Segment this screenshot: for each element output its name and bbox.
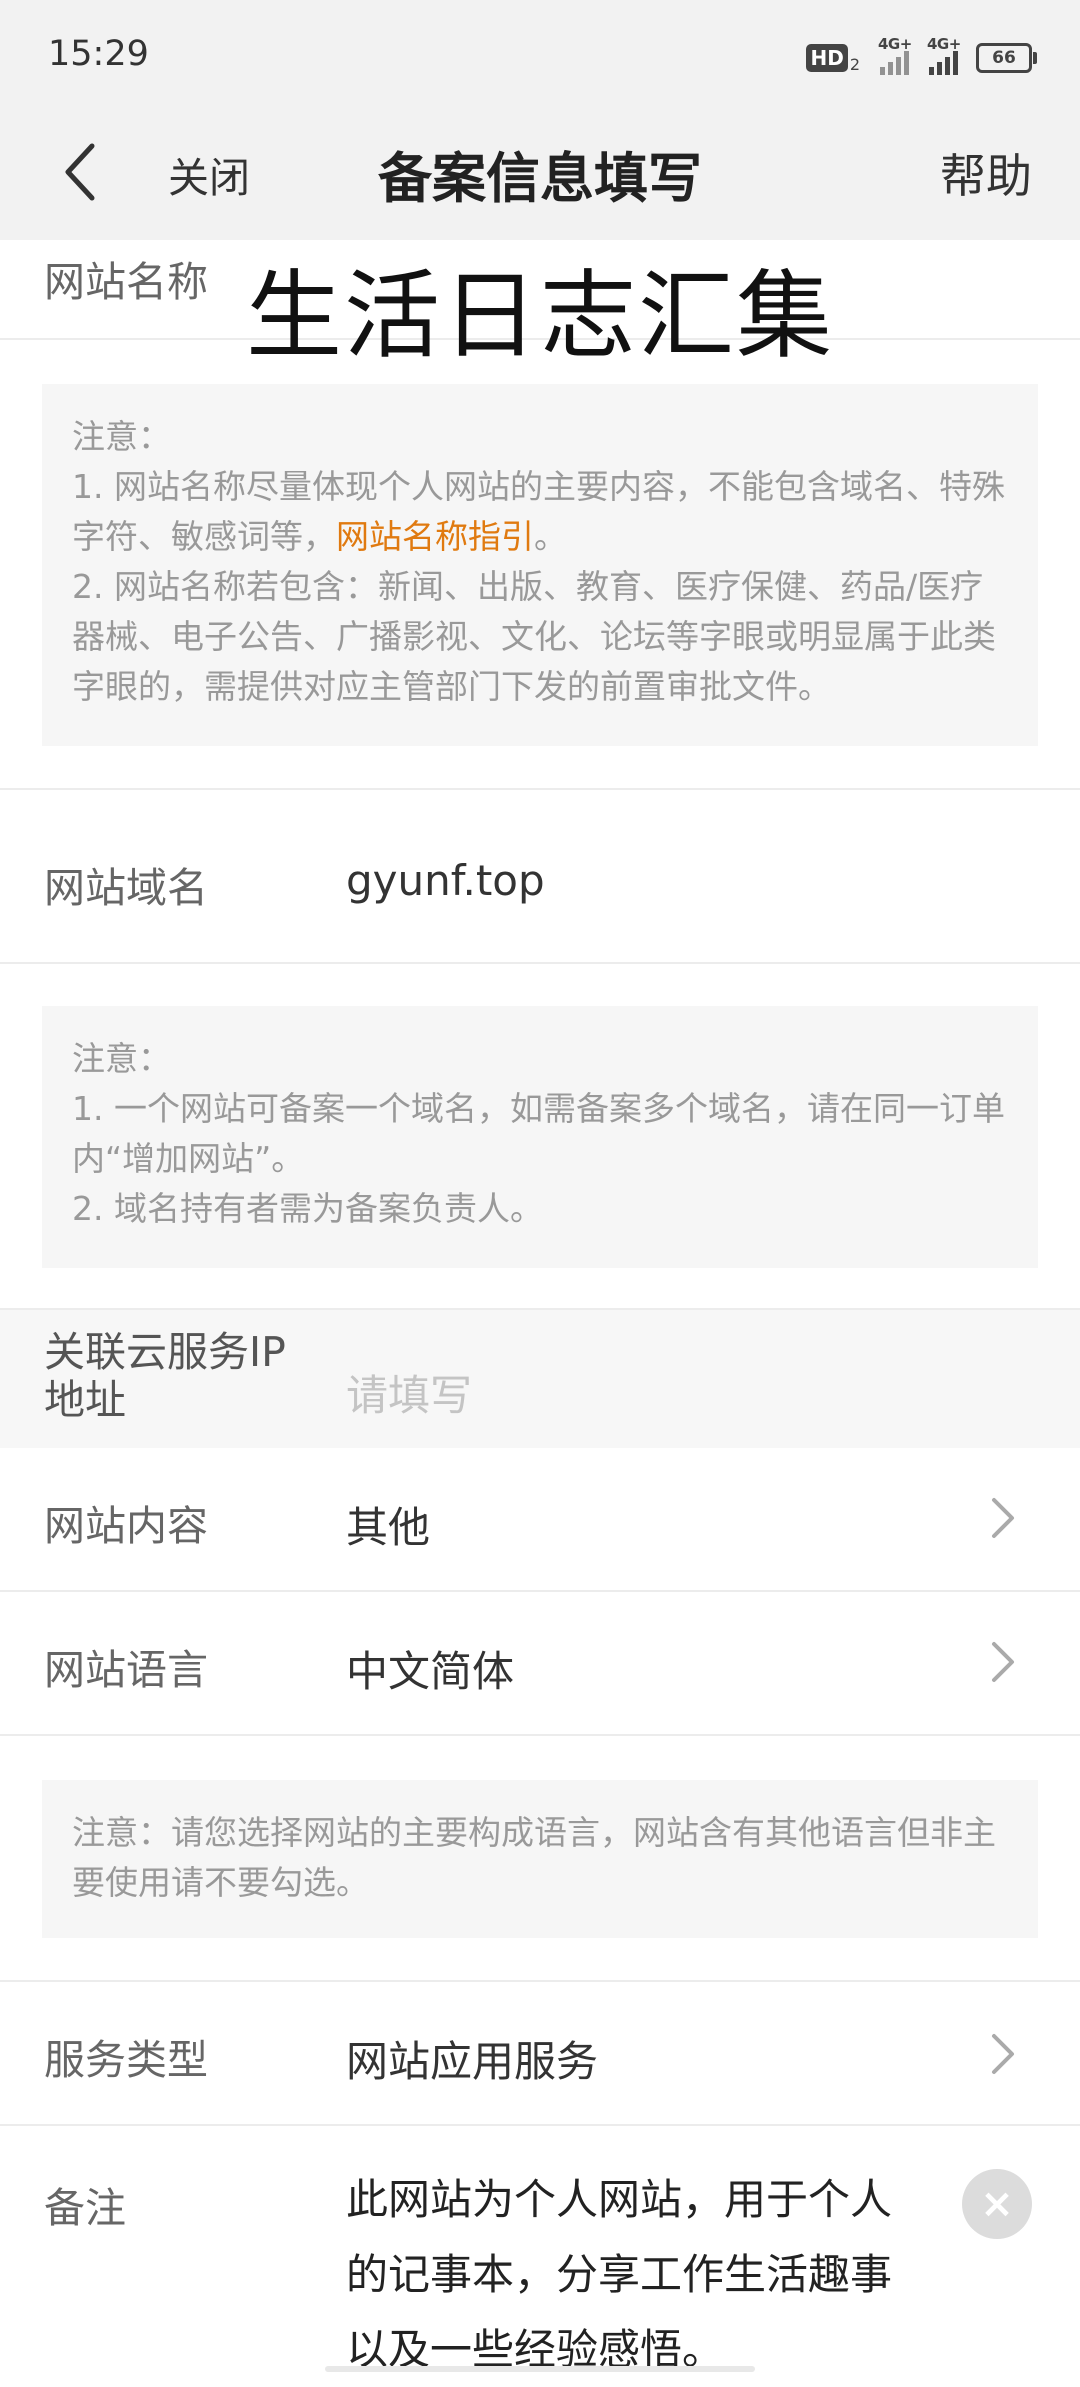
ip-label-line1: 关联云服务IP <box>44 1328 286 1376</box>
sim2-label: 4G+ <box>927 35 961 53</box>
note-line: 1. 一个网站可备案一个域名，如需备案多个域名，请在同一订单内“增加网站”。 <box>72 1089 1005 1178</box>
ip-address-row[interactable]: 关联云服务IP 地址 请填写 <box>0 1308 1080 1450</box>
hd-voice-icon: HD 2 <box>806 44 860 74</box>
note-text: 注意：请您选择网站的主要构成语言，网站含有其他语言但非主要使用请不要勾选。 <box>72 1813 996 1902</box>
battery-icon: 66 <box>976 43 1037 73</box>
site-content-label: 网站内容 <box>44 1502 208 1550</box>
note-line: 2. 网站名称若包含：新闻、出版、教育、医疗保健、药品/医疗器械、电子公告、广播… <box>72 567 996 706</box>
language-note: 注意：请您选择网站的主要构成语言，网站含有其他语言但非主要使用请不要勾选。 <box>42 1780 1038 1938</box>
domain-row[interactable]: 网站域名 gyunf.top <box>0 788 1080 964</box>
hd-sub: 2 <box>849 55 860 74</box>
signal-icon-sim1: 4G+ <box>878 35 912 75</box>
home-indicator <box>325 2366 755 2372</box>
domain-label: 网站域名 <box>44 864 208 912</box>
ip-address-input[interactable]: 请填写 <box>346 1362 472 1423</box>
site-language-label: 网站语言 <box>44 1646 208 1694</box>
remark-textarea[interactable]: 此网站为个人网站，用于个人的记事本，分享工作生活趣事以及一些经验感悟。 <box>346 2162 926 2387</box>
note-text: 。 <box>534 517 567 556</box>
service-type-value: 网站应用服务 <box>346 2037 599 2086</box>
page-title: 备案信息填写 <box>378 147 702 210</box>
chevron-right-icon <box>992 1498 1014 1538</box>
signal-icon-sim2: 4G+ <box>927 35 961 75</box>
site-name-value[interactable]: 生活日志汇集 <box>180 238 900 377</box>
note-line: 1. 网站名称尽量体现个人网站的主要内容，不能包含域名、特殊字符、敏感词等，网站… <box>72 462 1008 562</box>
service-type-label: 服务类型 <box>44 2036 208 2084</box>
status-icons: HD 2 4G+ 4G+ 66 <box>806 35 1037 78</box>
note-line: 2. 域名持有者需为备案负责人。 <box>72 1189 543 1228</box>
site-content-row[interactable]: 网站内容 其他 <box>0 1448 1080 1592</box>
site-name-note: 注意： 1. 网站名称尽量体现个人网站的主要内容，不能包含域名、特殊字符、敏感词… <box>42 384 1038 746</box>
note-heading: 注意： <box>72 1039 171 1078</box>
site-name-guide-link[interactable]: 网站名称指引 <box>336 517 534 556</box>
ip-address-label: 关联云服务IP 地址 <box>44 1328 286 1424</box>
status-time: 15:29 <box>48 34 149 74</box>
chevron-right-icon <box>992 2034 1014 2074</box>
hd-label: HD <box>806 44 848 72</box>
remark-label: 备注 <box>44 2184 126 2232</box>
domain-value[interactable]: gyunf.top <box>346 856 545 905</box>
clear-icon[interactable]: × <box>962 2169 1032 2239</box>
service-type-row[interactable]: 服务类型 网站应用服务 <box>0 1980 1080 2126</box>
chevron-right-icon <box>992 1642 1014 1682</box>
site-language-value: 中文简体 <box>346 1647 515 1696</box>
ip-label-line2: 地址 <box>44 1376 126 1424</box>
battery-level: 66 <box>992 48 1016 68</box>
help-button[interactable]: 帮助 <box>940 140 1032 206</box>
site-language-row[interactable]: 网站语言 中文简体 <box>0 1592 1080 1736</box>
domain-note: 注意： 1. 一个网站可备案一个域名，如需备案多个域名，请在同一订单内“增加网站… <box>42 1006 1038 1268</box>
site-content-value: 其他 <box>346 1503 431 1552</box>
note-heading: 注意： <box>72 417 171 456</box>
